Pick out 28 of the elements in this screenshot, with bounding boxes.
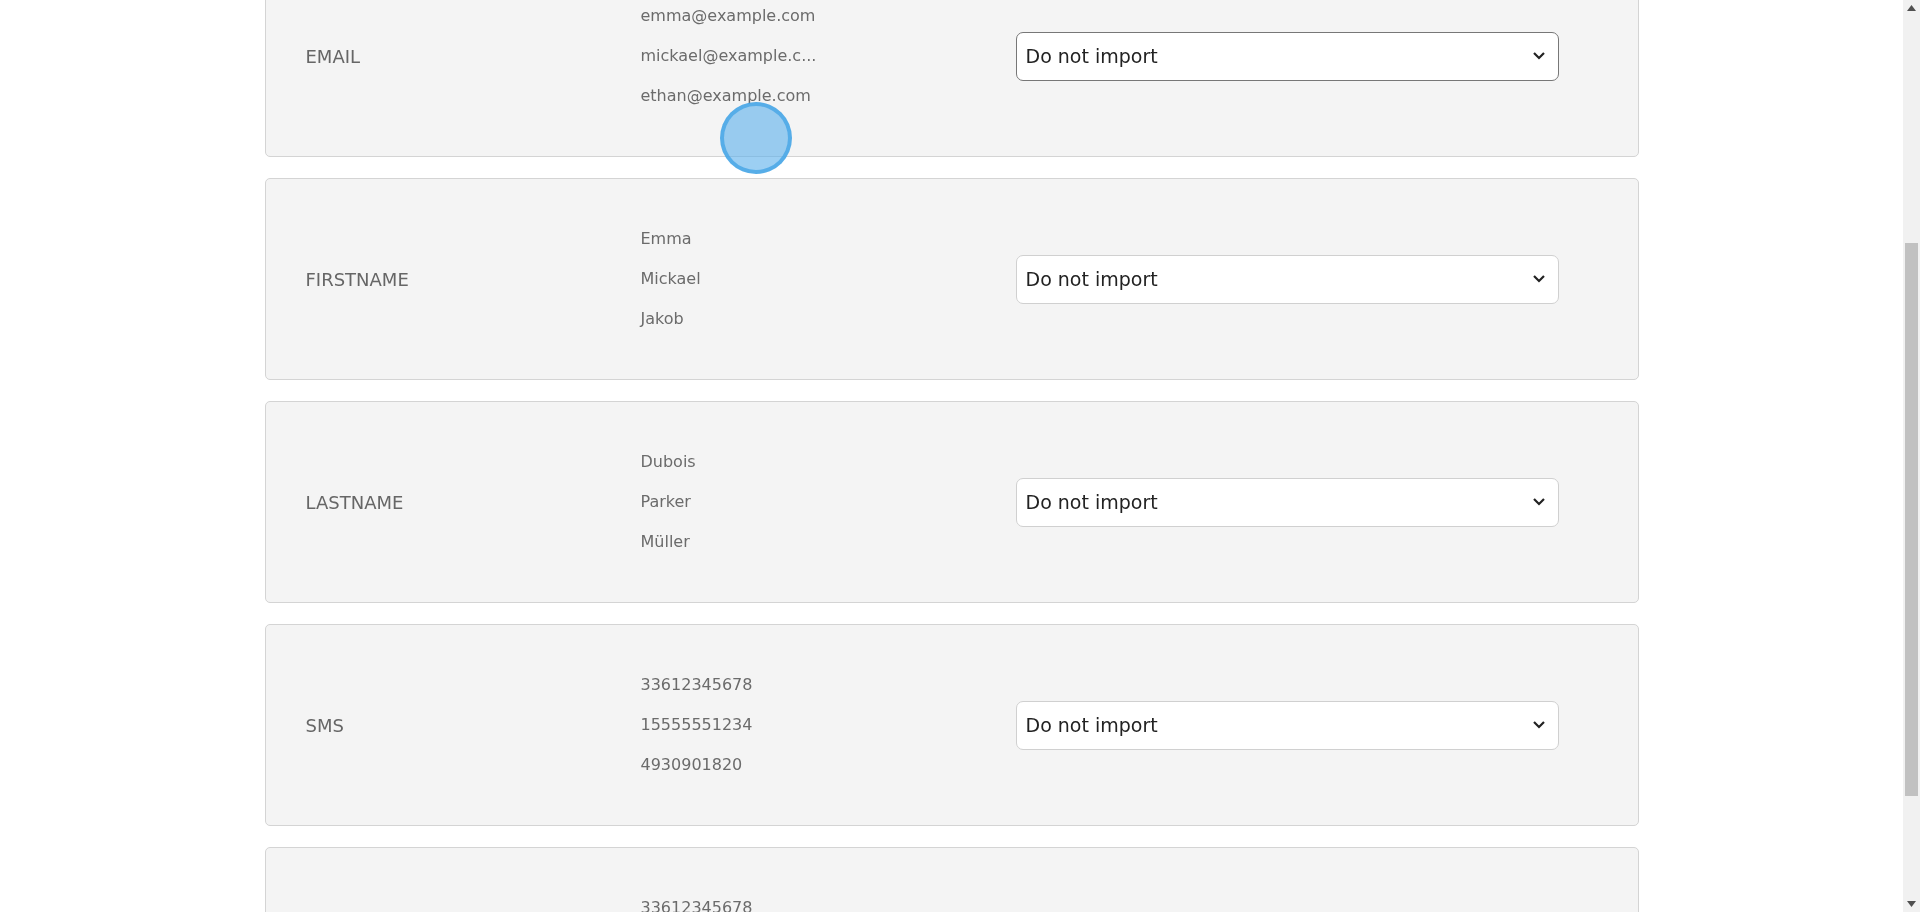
sample-value: 4930901820	[640, 754, 744, 776]
sample-value: ethan@example.com	[640, 85, 812, 107]
sample-value: 33612345678	[640, 674, 754, 696]
field-name: LASTNAME	[305, 491, 405, 513]
scroll-down-icon[interactable]	[1907, 901, 1916, 907]
scroll-up-icon[interactable]	[1907, 5, 1916, 11]
sample-value: Mickael	[640, 268, 702, 290]
sample-value: Dubois	[640, 451, 697, 473]
chevron-down-icon	[1531, 720, 1546, 730]
sample-value: Müller	[640, 531, 691, 553]
import-dropdown[interactable]: Do not import	[1015, 700, 1559, 750]
import-dropdown[interactable]: Do not import	[1015, 254, 1559, 304]
sample-value: emma@example.com	[640, 5, 817, 27]
chevron-down-icon	[1531, 497, 1546, 507]
field-name: SMS	[305, 714, 345, 736]
import-dropdown[interactable]: Do not import	[1015, 31, 1559, 81]
scrollbar[interactable]	[1903, 0, 1920, 912]
import-dropdown[interactable]: Do not import	[1015, 477, 1559, 527]
chevron-down-icon	[1531, 274, 1546, 284]
sample-value: mickael@example.c...	[640, 45, 818, 67]
chevron-down-icon	[1531, 51, 1546, 61]
sample-value: 15555551234	[640, 714, 754, 736]
field-name: FIRSTNAME	[305, 268, 410, 290]
field-name: EMAIL	[305, 45, 362, 67]
sample-value: Emma	[640, 228, 693, 250]
sample-value: Jakob	[640, 308, 685, 330]
sample-value: Parker	[640, 491, 692, 513]
scrollbar-thumb[interactable]	[1905, 243, 1918, 796]
